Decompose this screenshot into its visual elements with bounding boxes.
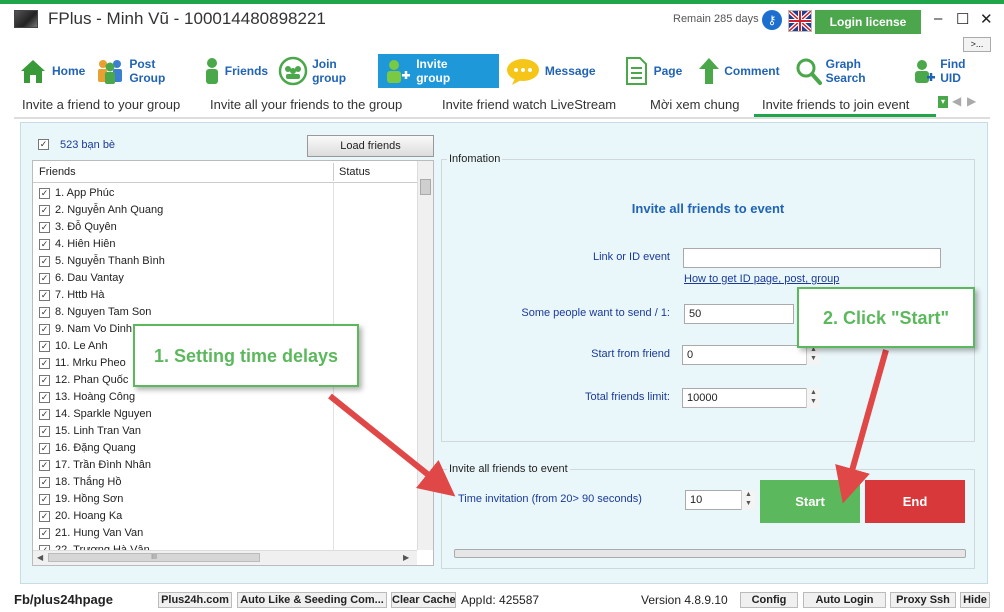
status-bar: Fb/plus24hpage Plus24h.com Auto Like & S… (0, 589, 1004, 612)
callout-step2: 2. Click "Start" (797, 287, 975, 348)
version-label: Version 4.8.9.10 (641, 593, 728, 607)
proxy-ssh-button[interactable]: Proxy Ssh (890, 592, 956, 608)
config-button[interactable]: Config (740, 592, 798, 608)
auto-login-button[interactable]: Auto Login (803, 592, 886, 608)
auto-like-button[interactable]: Auto Like & Seeding Com... (237, 592, 387, 608)
hide-button[interactable]: Hide (960, 592, 990, 608)
arrow-to-time-input (328, 393, 456, 497)
clear-cache-button[interactable]: Clear Cache (391, 592, 456, 608)
callout-step1: 1. Setting time delays (133, 324, 359, 387)
site-button[interactable]: Plus24h.com (158, 592, 232, 608)
fb-page-link[interactable]: Fb/plus24hpage (14, 592, 113, 607)
app-id: AppId: 425587 (461, 593, 540, 607)
arrow-to-start-button (835, 349, 889, 504)
